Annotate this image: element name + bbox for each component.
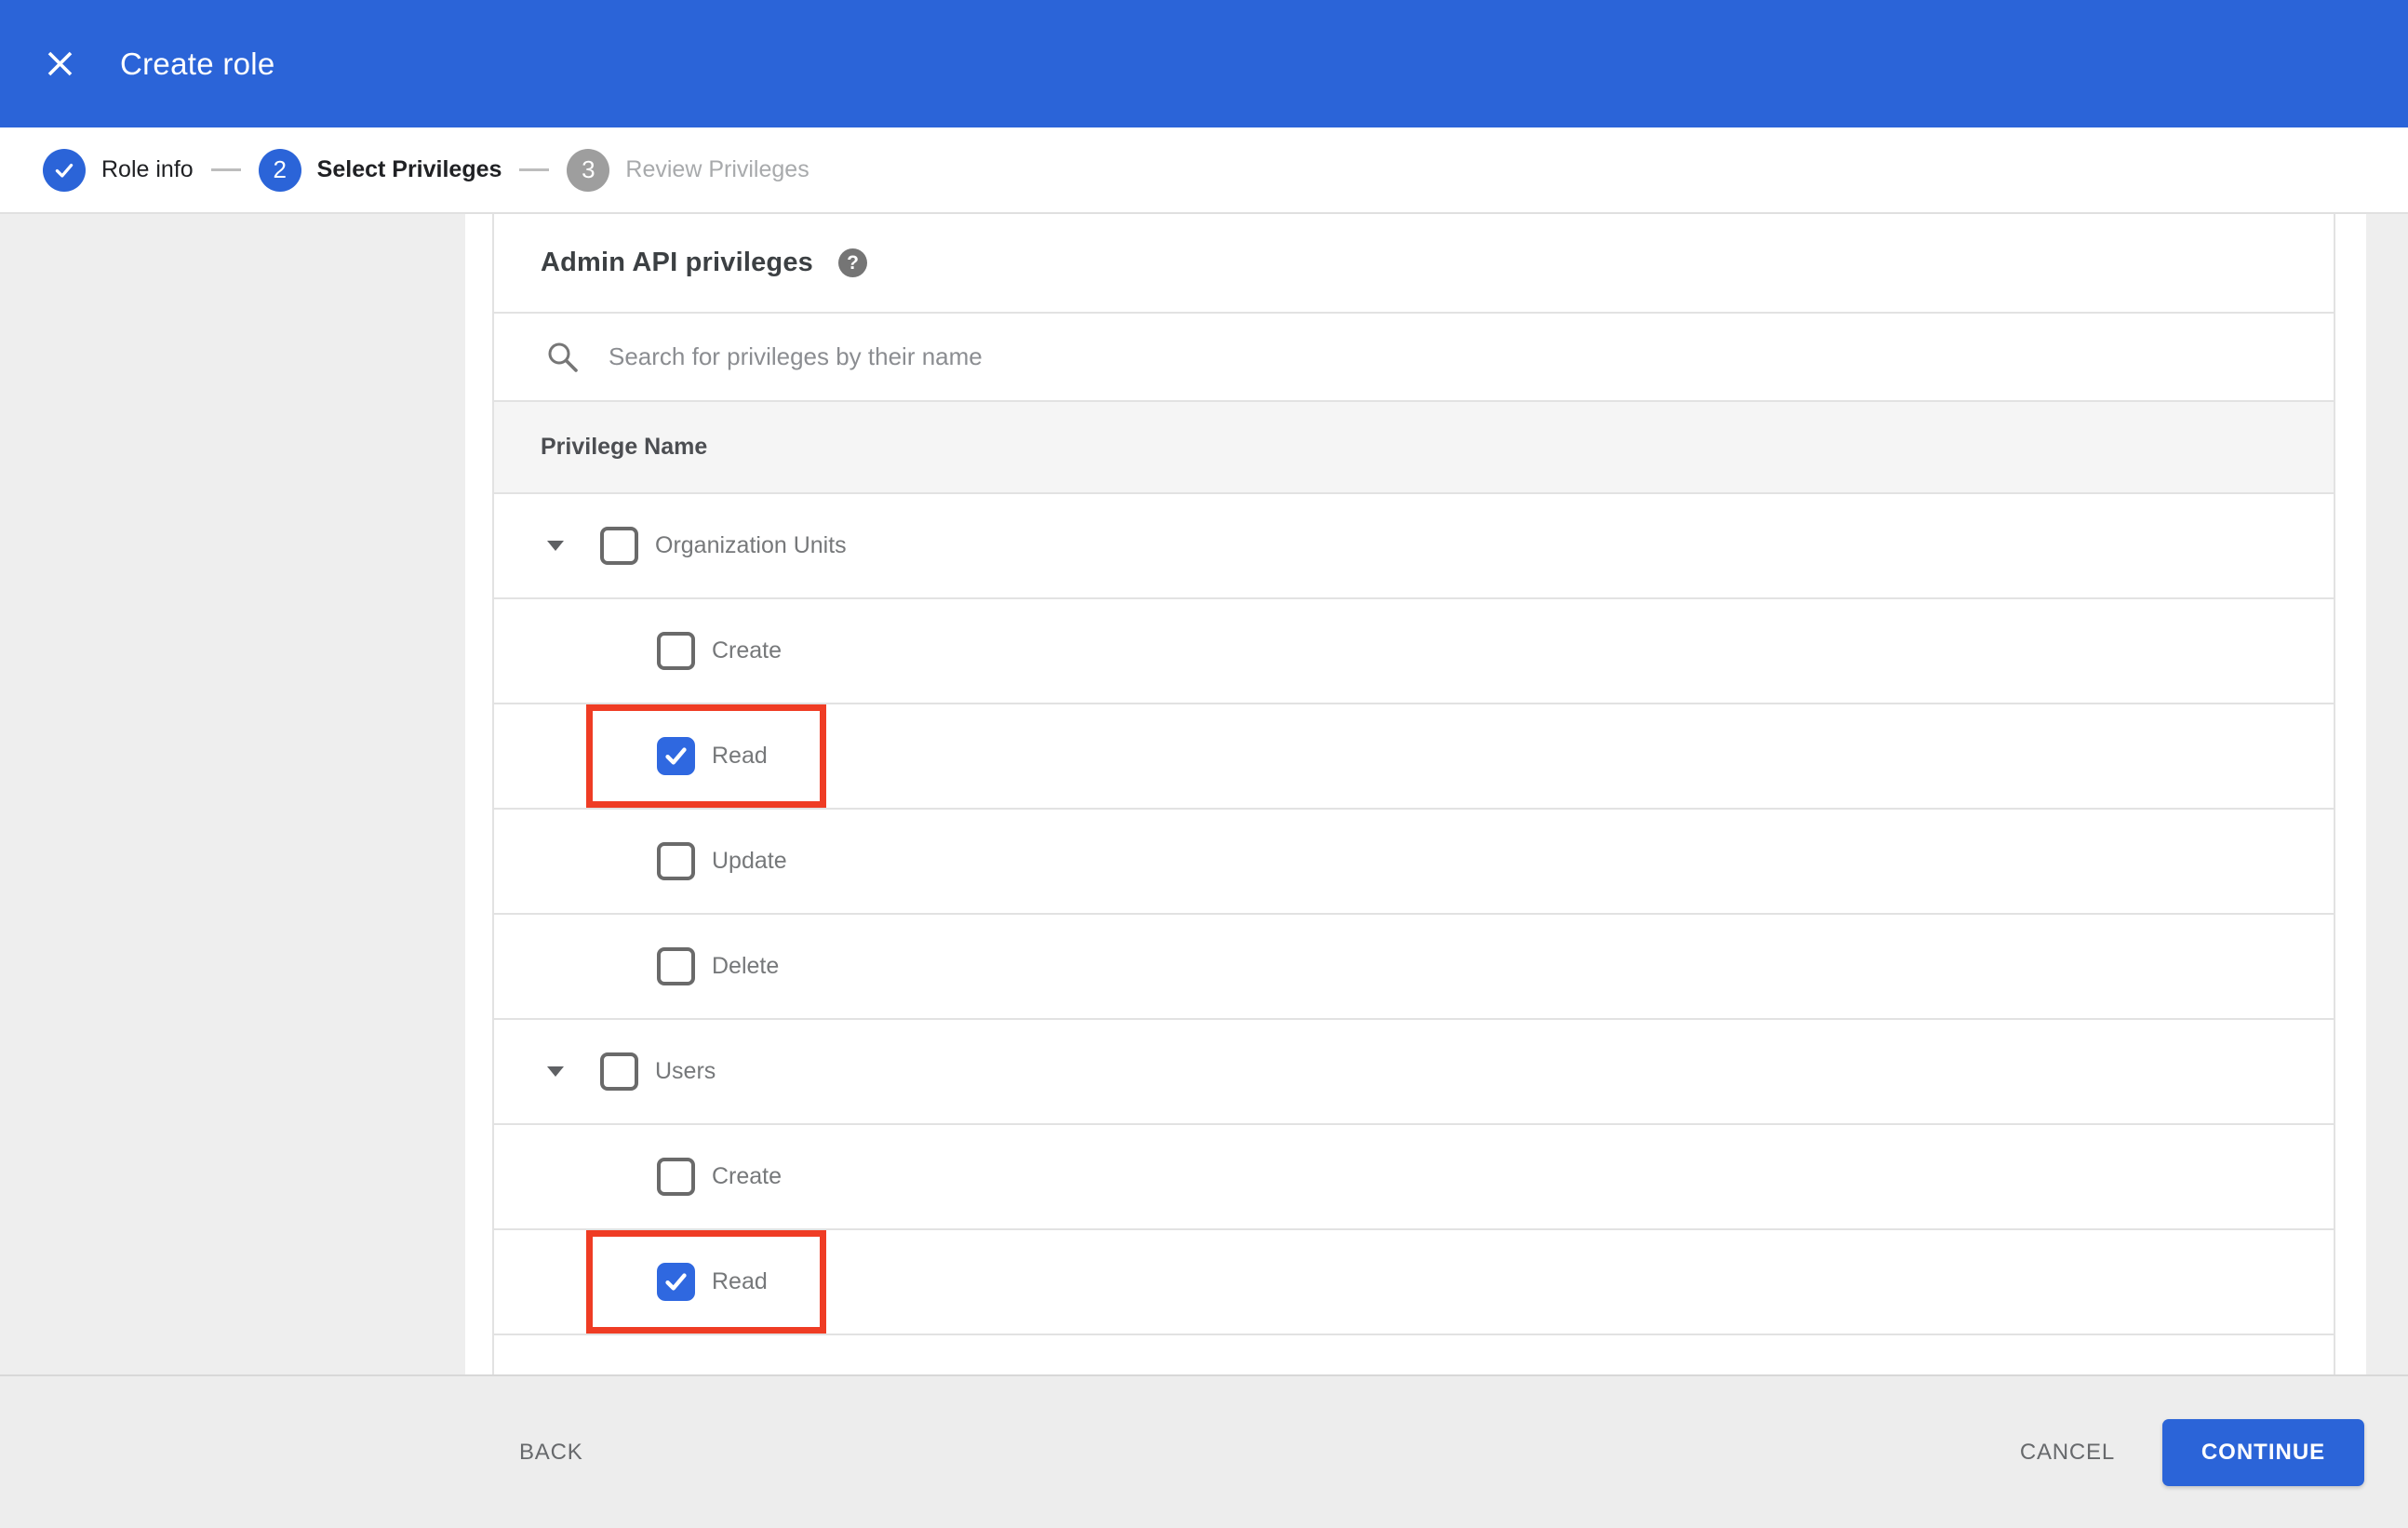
privilege-rows: Organization Units Create Read Update De… (494, 494, 2334, 1335)
check-icon (665, 747, 687, 765)
column-header-row: Privilege Name (494, 402, 2334, 494)
search-input[interactable] (609, 342, 2334, 371)
privilege-row-create[interactable]: Create (494, 599, 2334, 704)
stepper: Role info 2 Select Privileges 3 Review P… (0, 127, 2408, 214)
column-header-label: Privilege Name (541, 434, 708, 460)
search-icon (545, 340, 581, 375)
help-icon[interactable]: ? (838, 248, 867, 277)
section-title: Admin API privileges (541, 248, 813, 277)
privilege-checkbox[interactable] (657, 737, 695, 775)
privilege-checkbox[interactable] (600, 1052, 638, 1091)
privilege-row-delete[interactable]: Delete (494, 915, 2334, 1020)
step-3-circle: 3 (567, 148, 610, 192)
privilege-checkbox[interactable] (657, 842, 695, 880)
privilege-row-read[interactable]: Read (494, 1230, 2334, 1335)
step-1-label: Role info (101, 156, 194, 182)
step-connector (519, 168, 550, 171)
check-icon (665, 1273, 687, 1291)
privilege-row-organization-units[interactable]: Organization Units (494, 494, 2334, 599)
privilege-checkbox[interactable] (600, 527, 638, 565)
close-icon[interactable] (42, 47, 77, 82)
privilege-checkbox[interactable] (657, 947, 695, 985)
privilege-label: Read (712, 743, 768, 769)
cancel-button[interactable]: CANCEL (2020, 1440, 2115, 1466)
step-connector (210, 168, 241, 171)
privilege-checkbox[interactable] (657, 1263, 695, 1301)
close-x-glyph (47, 51, 72, 76)
footer-bar: BACK CANCEL CONTINUE (0, 1374, 2408, 1528)
privilege-row-read[interactable]: Read (494, 704, 2334, 810)
step-review-privileges[interactable]: 3 Review Privileges (567, 148, 809, 192)
privilege-label: Organization Units (655, 532, 847, 558)
back-button[interactable]: BACK (519, 1440, 583, 1466)
privilege-label: Delete (712, 953, 780, 979)
privilege-row-users[interactable]: Users (494, 1020, 2334, 1125)
check-icon (55, 163, 74, 178)
expand-triangle-icon[interactable] (547, 1066, 564, 1077)
privilege-label: Read (712, 1268, 768, 1294)
privileges-card: Admin API privileges ? Privilege Name (465, 214, 2366, 1374)
privilege-label: Users (655, 1058, 716, 1084)
privilege-label: Create (712, 1163, 783, 1189)
privilege-row-update[interactable]: Update (494, 810, 2334, 915)
create-role-dialog: Create role Role info 2 Select Privilege… (0, 0, 2408, 1528)
page-title: Create role (120, 46, 275, 81)
highlight-box (586, 704, 826, 808)
continue-button[interactable]: CONTINUE (2162, 1418, 2364, 1486)
privilege-label: Update (712, 848, 787, 874)
search-row (494, 314, 2334, 402)
expand-triangle-icon[interactable] (547, 541, 564, 551)
step-2-circle: 2 (258, 148, 301, 192)
highlight-box (586, 1230, 826, 1334)
privilege-checkbox[interactable] (657, 632, 695, 670)
card-heading-row: Admin API privileges ? (494, 214, 2334, 314)
privilege-label: Create (712, 637, 783, 663)
privilege-row-create[interactable]: Create (494, 1125, 2334, 1230)
step-1-circle (43, 148, 86, 192)
step-select-privileges[interactable]: 2 Select Privileges (258, 148, 502, 192)
step-3-label: Review Privileges (625, 156, 809, 182)
app-header: Create role (0, 0, 2408, 127)
step-2-label: Select Privileges (316, 156, 502, 182)
step-role-info[interactable]: Role info (43, 148, 194, 192)
privilege-checkbox[interactable] (657, 1158, 695, 1196)
content-area: Admin API privileges ? Privilege Name (0, 214, 2408, 1374)
privileges-table: Admin API privileges ? Privilege Name (492, 214, 2335, 1374)
